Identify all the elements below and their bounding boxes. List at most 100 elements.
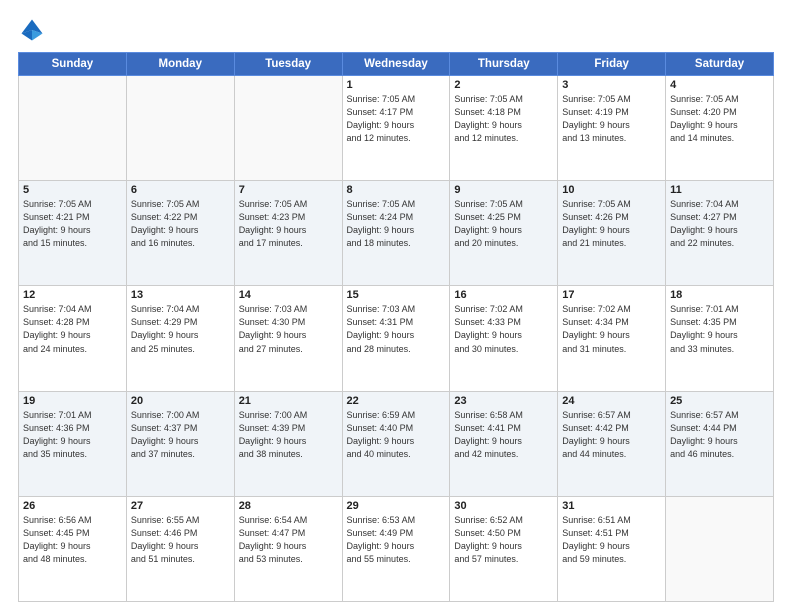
calendar-day-empty: [126, 76, 234, 181]
day-number: 13: [131, 289, 230, 301]
day-number: 31: [562, 500, 661, 512]
header: [18, 16, 774, 44]
day-number: 24: [562, 395, 661, 407]
calendar-day-2: 2Sunrise: 7:05 AM Sunset: 4:18 PM Daylig…: [450, 76, 558, 181]
calendar-day-31: 31 Sunrise: 6:51 AM Sunset: 4:51 PM Dayli…: [558, 496, 666, 601]
day-number: 14: [239, 289, 338, 301]
day-info: Sunrise: 7:05 AM Sunset: 4:23 PM Dayligh…: [239, 198, 338, 250]
calendar-day-5: 5Sunrise: 7:05 AM Sunset: 4:21 PM Daylig…: [19, 181, 127, 286]
calendar-header-saturday: Saturday: [666, 53, 774, 76]
day-number: 3: [562, 79, 661, 91]
calendar-header-row: SundayMondayTuesdayWednesdayThursdayFrid…: [19, 53, 774, 76]
day-number: 12: [23, 289, 122, 301]
calendar-day-3: 3 Sunrise: 7:05 AM Sunset: 4:19 PM Daylig…: [558, 76, 666, 181]
day-info: Sunrise: 7:03 AM Sunset: 4:30 PM Dayligh…: [239, 303, 338, 355]
day-info: Sunrise: 7:04 AM Sunset: 4:28 PM Dayligh…: [23, 303, 122, 355]
calendar-week-row: 5Sunrise: 7:05 AM Sunset: 4:21 PM Daylig…: [19, 181, 774, 286]
day-number: 25: [670, 395, 769, 407]
day-number: 8: [347, 184, 446, 196]
day-number: 4: [670, 79, 769, 91]
day-info: Sunrise: 7:05 AM Sunset: 4:21 PM Dayligh…: [23, 198, 122, 250]
day-number: 7: [239, 184, 338, 196]
calendar-week-row: 1Sunrise: 7:05 AM Sunset: 4:17 PM Daylig…: [19, 76, 774, 181]
calendar-day-30: 30 Sunrise: 6:52 AM Sunset: 4:50 PM Dayli…: [450, 496, 558, 601]
calendar-header-monday: Monday: [126, 53, 234, 76]
day-number: 20: [131, 395, 230, 407]
day-number: 18: [670, 289, 769, 301]
day-info: Sunrise: 7:02 AM Sunset: 4:33 PM Dayligh…: [454, 303, 553, 355]
calendar-week-row: 26Sunrise: 6:56 AM Sunset: 4:45 PM Dayli…: [19, 496, 774, 601]
calendar-day-10: 10 Sunrise: 7:05 AM Sunset: 4:26 PM Dayli…: [558, 181, 666, 286]
day-number: 26: [23, 500, 122, 512]
day-info: Sunrise: 7:05 AM Sunset: 4:25 PM Dayligh…: [454, 198, 553, 250]
calendar-day-26: 26Sunrise: 6:56 AM Sunset: 4:45 PM Dayli…: [19, 496, 127, 601]
calendar-day-25: 25 Sunrise: 6:57 AM Sunset: 4:44 PM Dayli…: [666, 391, 774, 496]
day-info: Sunrise: 7:05 AM Sunset: 4:22 PM Dayligh…: [131, 198, 230, 250]
calendar-week-row: 12 Sunrise: 7:04 AM Sunset: 4:28 PM Dayli…: [19, 286, 774, 391]
calendar-day-empty: [234, 76, 342, 181]
day-number: 2: [454, 79, 553, 91]
day-info: Sunrise: 6:58 AM Sunset: 4:41 PM Dayligh…: [454, 409, 553, 461]
day-info: Sunrise: 7:01 AM Sunset: 4:36 PM Dayligh…: [23, 409, 122, 461]
calendar-day-1: 1Sunrise: 7:05 AM Sunset: 4:17 PM Daylig…: [342, 76, 450, 181]
calendar-day-14: 14 Sunrise: 7:03 AM Sunset: 4:30 PM Dayli…: [234, 286, 342, 391]
day-info: Sunrise: 6:55 AM Sunset: 4:46 PM Dayligh…: [131, 514, 230, 566]
calendar-week-row: 19Sunrise: 7:01 AM Sunset: 4:36 PM Dayli…: [19, 391, 774, 496]
calendar-day-18: 18 Sunrise: 7:01 AM Sunset: 4:35 PM Dayli…: [666, 286, 774, 391]
calendar-day-15: 15 Sunrise: 7:03 AM Sunset: 4:31 PM Dayli…: [342, 286, 450, 391]
calendar-day-20: 20 Sunrise: 7:00 AM Sunset: 4:37 PM Dayli…: [126, 391, 234, 496]
day-info: Sunrise: 7:05 AM Sunset: 4:20 PM Dayligh…: [670, 93, 769, 145]
day-info: Sunrise: 6:57 AM Sunset: 4:42 PM Dayligh…: [562, 409, 661, 461]
logo: [18, 16, 50, 44]
day-number: 29: [347, 500, 446, 512]
day-number: 6: [131, 184, 230, 196]
day-info: Sunrise: 6:51 AM Sunset: 4:51 PM Dayligh…: [562, 514, 661, 566]
day-info: Sunrise: 6:54 AM Sunset: 4:47 PM Dayligh…: [239, 514, 338, 566]
day-info: Sunrise: 7:04 AM Sunset: 4:29 PM Dayligh…: [131, 303, 230, 355]
day-info: Sunrise: 6:57 AM Sunset: 4:44 PM Dayligh…: [670, 409, 769, 461]
logo-icon: [18, 16, 46, 44]
calendar-header-friday: Friday: [558, 53, 666, 76]
day-number: 16: [454, 289, 553, 301]
calendar-day-6: 6 Sunrise: 7:05 AM Sunset: 4:22 PM Daylig…: [126, 181, 234, 286]
calendar-day-21: 21 Sunrise: 7:00 AM Sunset: 4:39 PM Dayli…: [234, 391, 342, 496]
calendar-day-19: 19Sunrise: 7:01 AM Sunset: 4:36 PM Dayli…: [19, 391, 127, 496]
day-info: Sunrise: 6:59 AM Sunset: 4:40 PM Dayligh…: [347, 409, 446, 461]
day-number: 22: [347, 395, 446, 407]
day-number: 30: [454, 500, 553, 512]
day-number: 17: [562, 289, 661, 301]
day-info: Sunrise: 7:04 AM Sunset: 4:27 PM Dayligh…: [670, 198, 769, 250]
day-info: Sunrise: 7:05 AM Sunset: 4:19 PM Dayligh…: [562, 93, 661, 145]
day-info: Sunrise: 7:05 AM Sunset: 4:24 PM Dayligh…: [347, 198, 446, 250]
day-info: Sunrise: 7:02 AM Sunset: 4:34 PM Dayligh…: [562, 303, 661, 355]
day-number: 9: [454, 184, 553, 196]
calendar-day-27: 27Sunrise: 6:55 AM Sunset: 4:46 PM Dayli…: [126, 496, 234, 601]
day-info: Sunrise: 7:01 AM Sunset: 4:35 PM Dayligh…: [670, 303, 769, 355]
day-number: 10: [562, 184, 661, 196]
page: SundayMondayTuesdayWednesdayThursdayFrid…: [0, 0, 792, 612]
day-info: Sunrise: 6:53 AM Sunset: 4:49 PM Dayligh…: [347, 514, 446, 566]
calendar-day-13: 13 Sunrise: 7:04 AM Sunset: 4:29 PM Dayli…: [126, 286, 234, 391]
day-info: Sunrise: 6:52 AM Sunset: 4:50 PM Dayligh…: [454, 514, 553, 566]
calendar-day-28: 28Sunrise: 6:54 AM Sunset: 4:47 PM Dayli…: [234, 496, 342, 601]
day-info: Sunrise: 7:03 AM Sunset: 4:31 PM Dayligh…: [347, 303, 446, 355]
calendar-day-7: 7 Sunrise: 7:05 AM Sunset: 4:23 PM Daylig…: [234, 181, 342, 286]
day-number: 23: [454, 395, 553, 407]
day-number: 21: [239, 395, 338, 407]
calendar-day-4: 4 Sunrise: 7:05 AM Sunset: 4:20 PM Daylig…: [666, 76, 774, 181]
calendar-day-24: 24 Sunrise: 6:57 AM Sunset: 4:42 PM Dayli…: [558, 391, 666, 496]
day-info: Sunrise: 7:00 AM Sunset: 4:39 PM Dayligh…: [239, 409, 338, 461]
day-info: Sunrise: 7:00 AM Sunset: 4:37 PM Dayligh…: [131, 409, 230, 461]
day-info: Sunrise: 7:05 AM Sunset: 4:26 PM Dayligh…: [562, 198, 661, 250]
calendar-day-9: 9 Sunrise: 7:05 AM Sunset: 4:25 PM Daylig…: [450, 181, 558, 286]
calendar-header-wednesday: Wednesday: [342, 53, 450, 76]
calendar-day-17: 17 Sunrise: 7:02 AM Sunset: 4:34 PM Dayli…: [558, 286, 666, 391]
calendar-day-8: 8 Sunrise: 7:05 AM Sunset: 4:24 PM Daylig…: [342, 181, 450, 286]
day-number: 15: [347, 289, 446, 301]
calendar-day-16: 16 Sunrise: 7:02 AM Sunset: 4:33 PM Dayli…: [450, 286, 558, 391]
calendar-day-23: 23 Sunrise: 6:58 AM Sunset: 4:41 PM Dayli…: [450, 391, 558, 496]
calendar-day-29: 29 Sunrise: 6:53 AM Sunset: 4:49 PM Dayli…: [342, 496, 450, 601]
calendar-day-22: 22 Sunrise: 6:59 AM Sunset: 4:40 PM Dayli…: [342, 391, 450, 496]
calendar: SundayMondayTuesdayWednesdayThursdayFrid…: [18, 52, 774, 602]
calendar-header-thursday: Thursday: [450, 53, 558, 76]
